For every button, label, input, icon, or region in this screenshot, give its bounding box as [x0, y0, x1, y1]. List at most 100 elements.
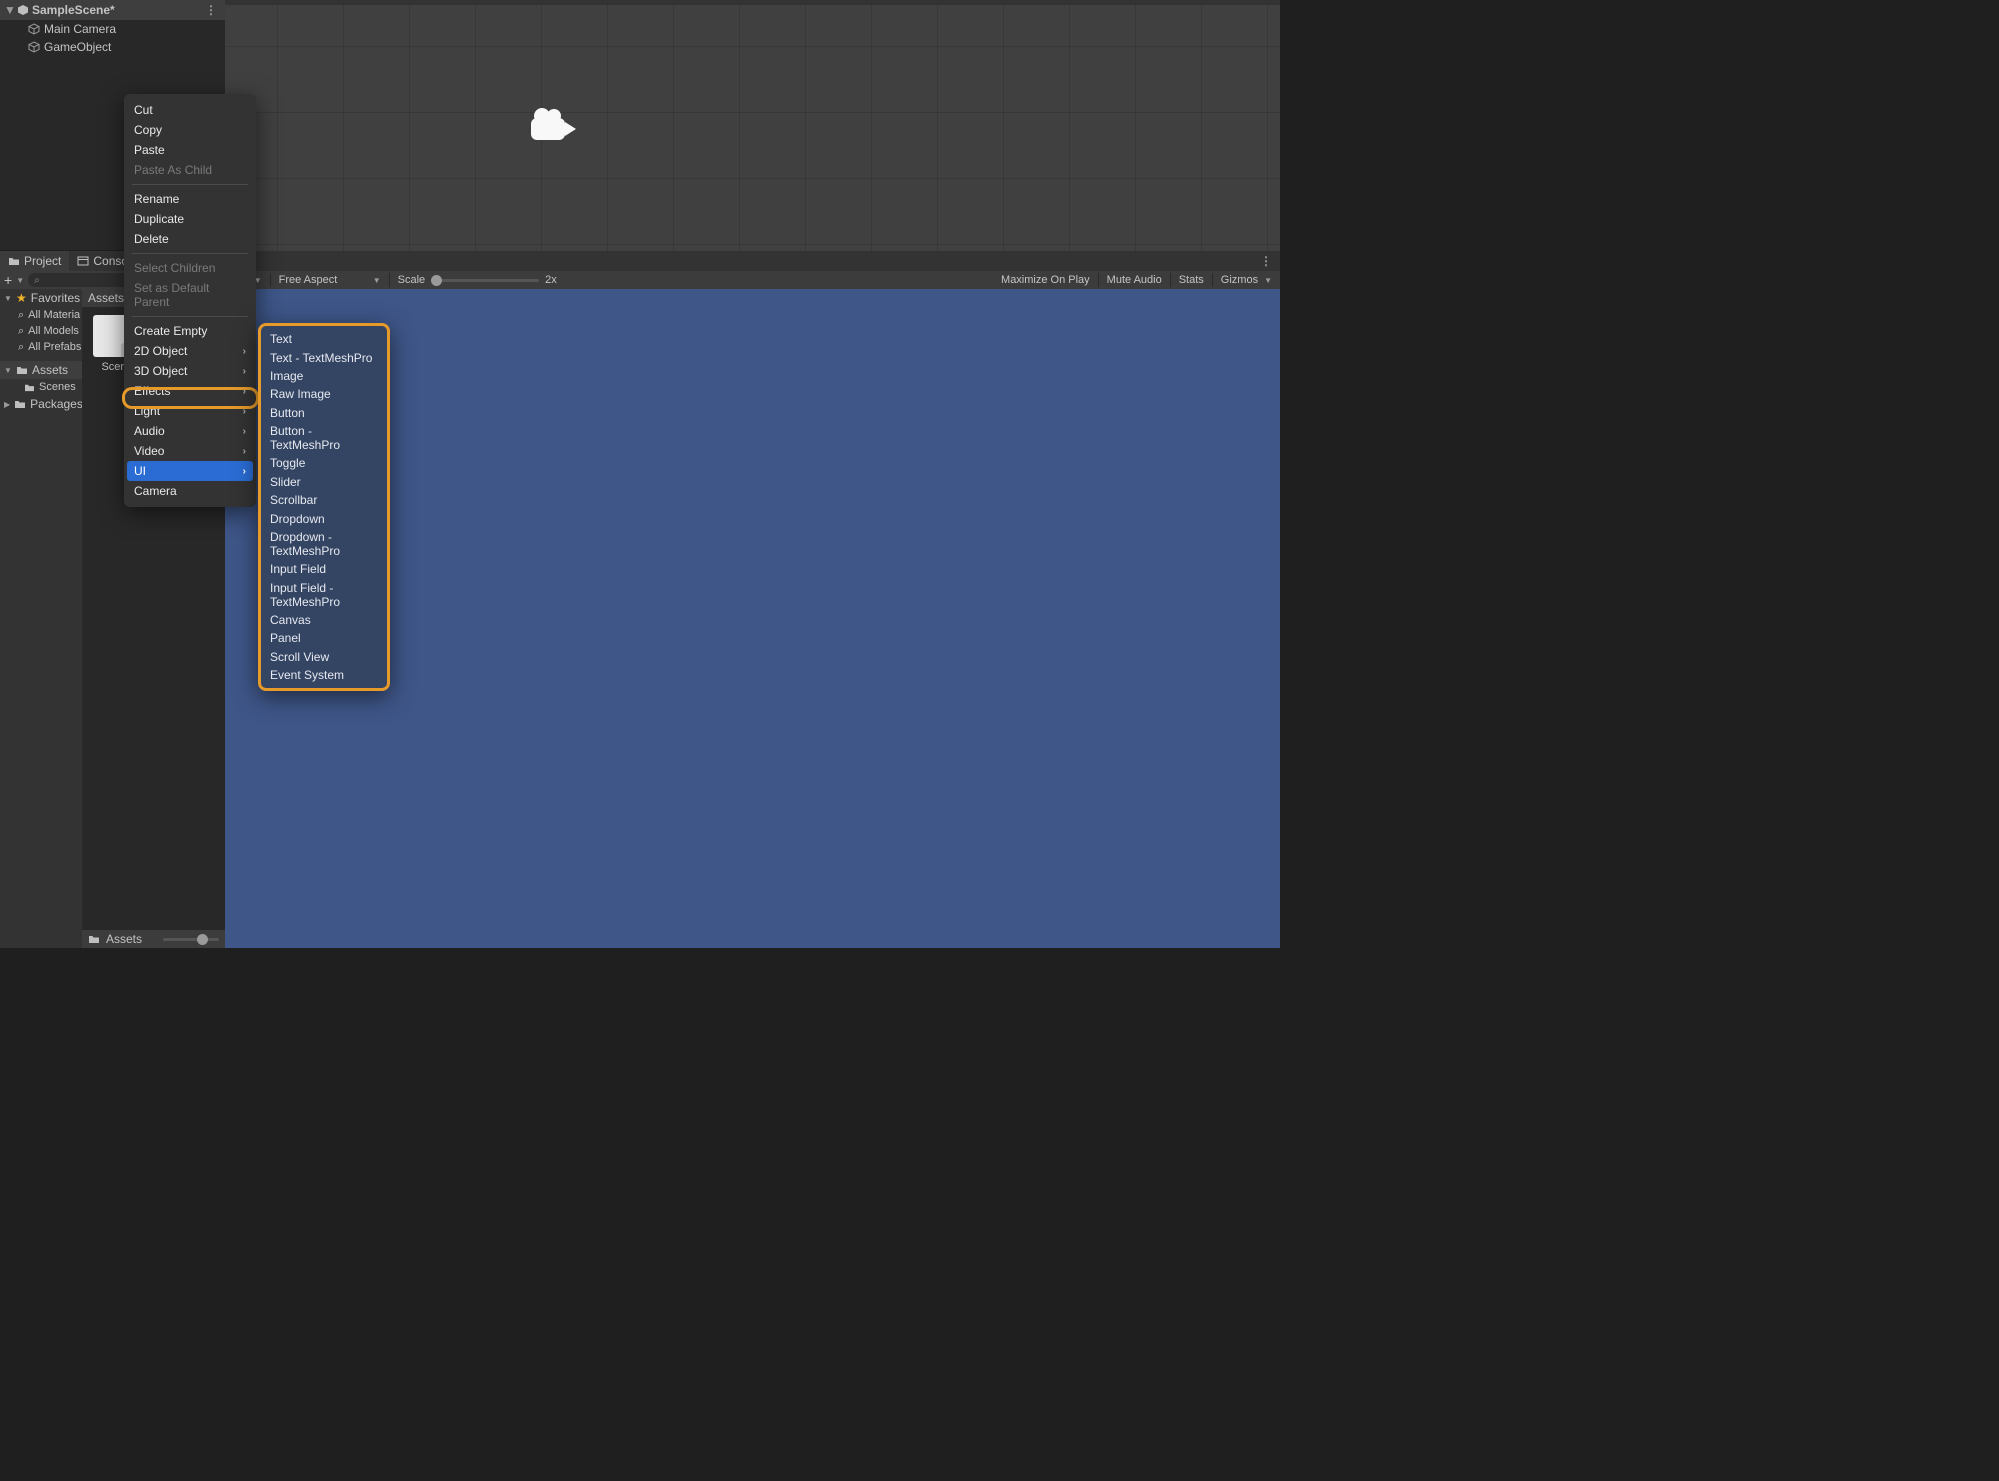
- chevron-right-icon: ›: [243, 386, 246, 397]
- chevron-down-icon[interactable]: ▼: [16, 276, 24, 285]
- fav-item[interactable]: ⌕All Models: [0, 323, 82, 339]
- ui-image[interactable]: Image: [261, 367, 387, 385]
- ui-submenu: Text Text - TextMeshPro Image Raw Image …: [258, 323, 390, 691]
- cube-icon: [28, 41, 40, 53]
- ctx-camera[interactable]: Camera: [124, 481, 256, 501]
- sm-label: Button: [270, 406, 305, 420]
- chevron-down-icon: ▼: [4, 3, 14, 17]
- favorites-row[interactable]: ▼ ★ Favorites: [0, 289, 82, 307]
- console-icon: [77, 256, 89, 266]
- sm-label: Button - TextMeshPro: [270, 424, 340, 452]
- maximize-on-play-toggle[interactable]: Maximize On Play: [993, 274, 1098, 286]
- ui-scrollbar[interactable]: Scrollbar: [261, 491, 387, 509]
- asset-label: Scen: [101, 361, 126, 373]
- mute-audio-toggle[interactable]: Mute Audio: [1099, 274, 1170, 286]
- ui-input-field-tmp[interactable]: Input Field - TextMeshPro: [261, 579, 387, 611]
- chevron-down-icon: ▼: [4, 294, 12, 303]
- tab-project[interactable]: Project: [0, 251, 69, 271]
- ui-button-tmp[interactable]: Button - TextMeshPro: [261, 422, 387, 454]
- gizmos-dropdown[interactable]: Gizmos▼: [1213, 274, 1280, 286]
- sm-label: Text - TextMeshPro: [270, 351, 372, 365]
- scale-label: Scale: [398, 274, 426, 286]
- ctx-create-empty[interactable]: Create Empty: [124, 321, 256, 341]
- ctx-label: Audio: [134, 424, 165, 438]
- chevron-down-icon: ▼: [1264, 276, 1272, 285]
- fav-item[interactable]: ⌕All Materia: [0, 307, 82, 323]
- ctx-label: 3D Object: [134, 364, 187, 378]
- assets-label: Assets: [32, 363, 68, 377]
- camera-gizmo-icon[interactable]: [531, 108, 576, 140]
- ui-raw-image[interactable]: Raw Image: [261, 385, 387, 403]
- ctx-audio[interactable]: Audio›: [124, 421, 256, 441]
- ui-event-system[interactable]: Event System: [261, 666, 387, 684]
- ctx-3d-object[interactable]: 3D Object ›: [124, 361, 256, 381]
- fav-label: All Prefabs: [28, 341, 81, 353]
- assets-row[interactable]: ▼ Assets: [0, 361, 82, 379]
- scene-viewport[interactable]: [225, 0, 1280, 251]
- ui-canvas[interactable]: Canvas: [261, 611, 387, 629]
- game-toolbar: y 1▼ Free Aspect▼ Scale 2x Maximize On P…: [225, 271, 1280, 289]
- search-icon: ⌕: [18, 309, 24, 322]
- assets-child[interactable]: Scenes: [0, 379, 82, 395]
- ui-dropdown-tmp[interactable]: Dropdown - TextMeshPro: [261, 528, 387, 560]
- ctx-label: UI: [134, 464, 146, 478]
- sm-label: Dropdown - TextMeshPro: [270, 530, 340, 558]
- ctx-paste[interactable]: Paste: [124, 140, 256, 160]
- sm-label: Text: [270, 332, 292, 346]
- hierarchy-item-main-camera[interactable]: Main Camera: [0, 20, 225, 38]
- thumbnail-size-slider[interactable]: [163, 938, 219, 941]
- ctx-effects[interactable]: Effects›: [124, 381, 256, 401]
- scale-slider[interactable]: [431, 279, 539, 282]
- ctx-2d-object[interactable]: 2D Object›: [124, 341, 256, 361]
- fav-item[interactable]: ⌕All Prefabs: [0, 339, 82, 355]
- scene-header[interactable]: ▼ SampleScene* ⋮: [0, 0, 225, 20]
- ctx-copy[interactable]: Copy: [124, 120, 256, 140]
- chevron-down-icon: ▼: [4, 366, 12, 375]
- tab-label: Project: [24, 254, 61, 268]
- scene-title: SampleScene*: [32, 3, 115, 17]
- toggle-label: Maximize On Play: [1001, 274, 1090, 286]
- packages-label: Packages: [30, 397, 83, 411]
- ui-panel[interactable]: Panel: [261, 629, 387, 647]
- project-footer: Assets: [82, 930, 225, 948]
- ctx-duplicate[interactable]: Duplicate: [124, 209, 256, 229]
- plus-icon[interactable]: +: [4, 272, 12, 288]
- search-icon: ⌕: [34, 275, 40, 286]
- aspect-dropdown[interactable]: Free Aspect▼: [271, 274, 389, 286]
- packages-row[interactable]: ▶ Packages: [0, 395, 82, 413]
- chevron-right-icon: ›: [243, 406, 246, 417]
- ctx-label: Copy: [134, 123, 162, 137]
- ui-text-tmp[interactable]: Text - TextMeshPro: [261, 348, 387, 366]
- sm-label: Image: [270, 369, 303, 383]
- chevron-right-icon: ›: [243, 366, 246, 377]
- hierarchy-item-label: Main Camera: [44, 22, 116, 36]
- ui-scroll-view[interactable]: Scroll View: [261, 648, 387, 666]
- ui-text[interactable]: Text: [261, 330, 387, 348]
- ctx-label: Set as Default Parent: [134, 281, 246, 309]
- ctx-rename[interactable]: Rename: [124, 189, 256, 209]
- favorites-label: Favorites: [31, 291, 80, 305]
- search-icon: ⌕: [18, 325, 24, 338]
- folder-label: Scenes: [39, 381, 76, 393]
- ctx-delete[interactable]: Delete: [124, 229, 256, 249]
- context-menu: Cut Copy Paste Paste As Child Rename Dup…: [124, 94, 256, 507]
- kebab-icon[interactable]: ⋮: [201, 3, 221, 17]
- ui-slider[interactable]: Slider: [261, 473, 387, 491]
- unity-logo-icon: [17, 4, 29, 16]
- sm-label: Canvas: [270, 613, 311, 627]
- kebab-icon[interactable]: ⋮: [1252, 254, 1280, 268]
- separator: [132, 184, 248, 185]
- ui-toggle[interactable]: Toggle: [261, 454, 387, 472]
- ctx-light[interactable]: Light›: [124, 401, 256, 421]
- ctx-video[interactable]: Video›: [124, 441, 256, 461]
- ctx-label: Delete: [134, 232, 169, 246]
- ui-input-field[interactable]: Input Field: [261, 560, 387, 578]
- scale-control[interactable]: Scale 2x: [390, 274, 565, 286]
- ui-button[interactable]: Button: [261, 404, 387, 422]
- ctx-ui[interactable]: UI›: [127, 461, 253, 481]
- ctx-cut[interactable]: Cut: [124, 100, 256, 120]
- stats-toggle[interactable]: Stats: [1171, 274, 1212, 286]
- hierarchy-item-gameobject[interactable]: GameObject: [0, 38, 225, 56]
- ctx-label: Cut: [134, 103, 153, 117]
- ui-dropdown[interactable]: Dropdown: [261, 509, 387, 527]
